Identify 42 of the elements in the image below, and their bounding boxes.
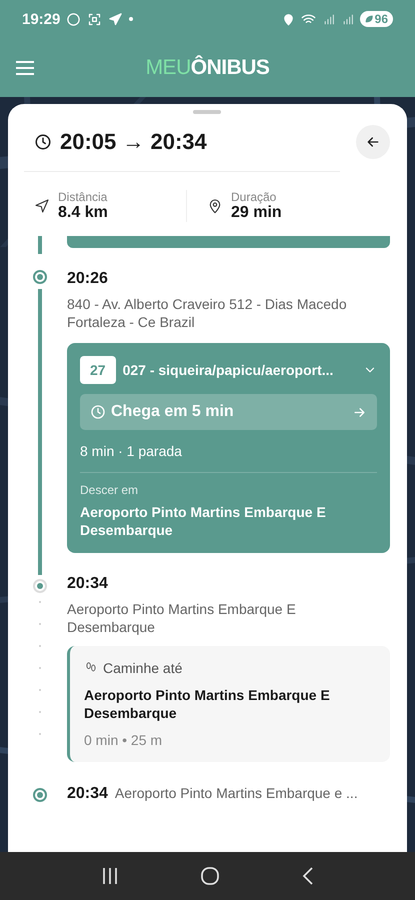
logo-text: MEU <box>146 56 191 80</box>
home-icon[interactable] <box>200 867 218 885</box>
location-icon <box>282 12 295 26</box>
leg-summary: 8 min · 1 parada <box>80 443 183 459</box>
status-time: 19:29 <box>22 10 60 28</box>
alight-label: Descer em <box>80 483 140 497</box>
arrival-button[interactable]: Chega em 5 min <box>80 394 377 430</box>
bus-leg-card[interactable]: 27 027 - siqueira/papicu/aeroport... Chega em 5 min 8 min · 1 parada Descer em Aeroporto Pinto Martins Embarque E Desembarque <box>67 343 390 553</box>
walk-destination: Aeroporto Pinto Martins Embarque E Desembarque <box>84 686 331 722</box>
back-button[interactable] <box>356 125 390 159</box>
screenshot-icon <box>87 12 102 26</box>
leaf-icon <box>364 14 374 24</box>
clock-icon <box>34 133 52 151</box>
stop-time: 20:34 <box>67 575 109 593</box>
back-icon[interactable] <box>302 867 314 885</box>
stat-value: 8.4 km <box>58 204 108 222</box>
alight-stop: Aeroporto Pinto Martins Embarque E Desembarque <box>80 503 327 539</box>
stat-label: Distância <box>58 190 108 204</box>
logo-text: ÔNIBUS <box>190 56 270 80</box>
navigation-icon <box>34 198 50 214</box>
recent-apps-icon[interactable] <box>102 867 118 885</box>
route-number: 27 <box>80 356 116 384</box>
stop-address: Aeroporto Pinto Martins Embarque e ... <box>114 784 358 802</box>
route-name: 027 - siqueira/papicu/aeroport... <box>122 362 334 378</box>
stop-time: 20:34 <box>67 785 108 803</box>
dot-icon <box>129 17 134 21</box>
signal-icon <box>322 12 335 26</box>
stop-address: Aeroporto Pinto Martins Embarque E Desembarque <box>67 600 297 636</box>
stop-address: 840 - Av. Alberto Craveiro 512 - Dias Macedo Fortaleza - Ce Brazil <box>67 295 348 331</box>
location-pin-icon <box>207 198 223 214</box>
signal-icon <box>340 12 354 26</box>
stat-value: 29 min <box>231 204 282 222</box>
battery-indicator: 96 <box>360 11 393 27</box>
trip-times: 20:05 → 20:34 <box>60 129 208 155</box>
walk-summary: 0 min • 25 m <box>84 732 164 748</box>
drag-handle[interactable] <box>193 110 221 114</box>
menu-icon[interactable] <box>15 60 35 76</box>
paper-plane-icon <box>108 12 124 26</box>
walk-title: Caminhe até <box>103 660 182 676</box>
clock-icon <box>90 404 106 420</box>
stat-label: Duração <box>231 190 278 204</box>
stop-time: 20:26 <box>67 270 109 288</box>
